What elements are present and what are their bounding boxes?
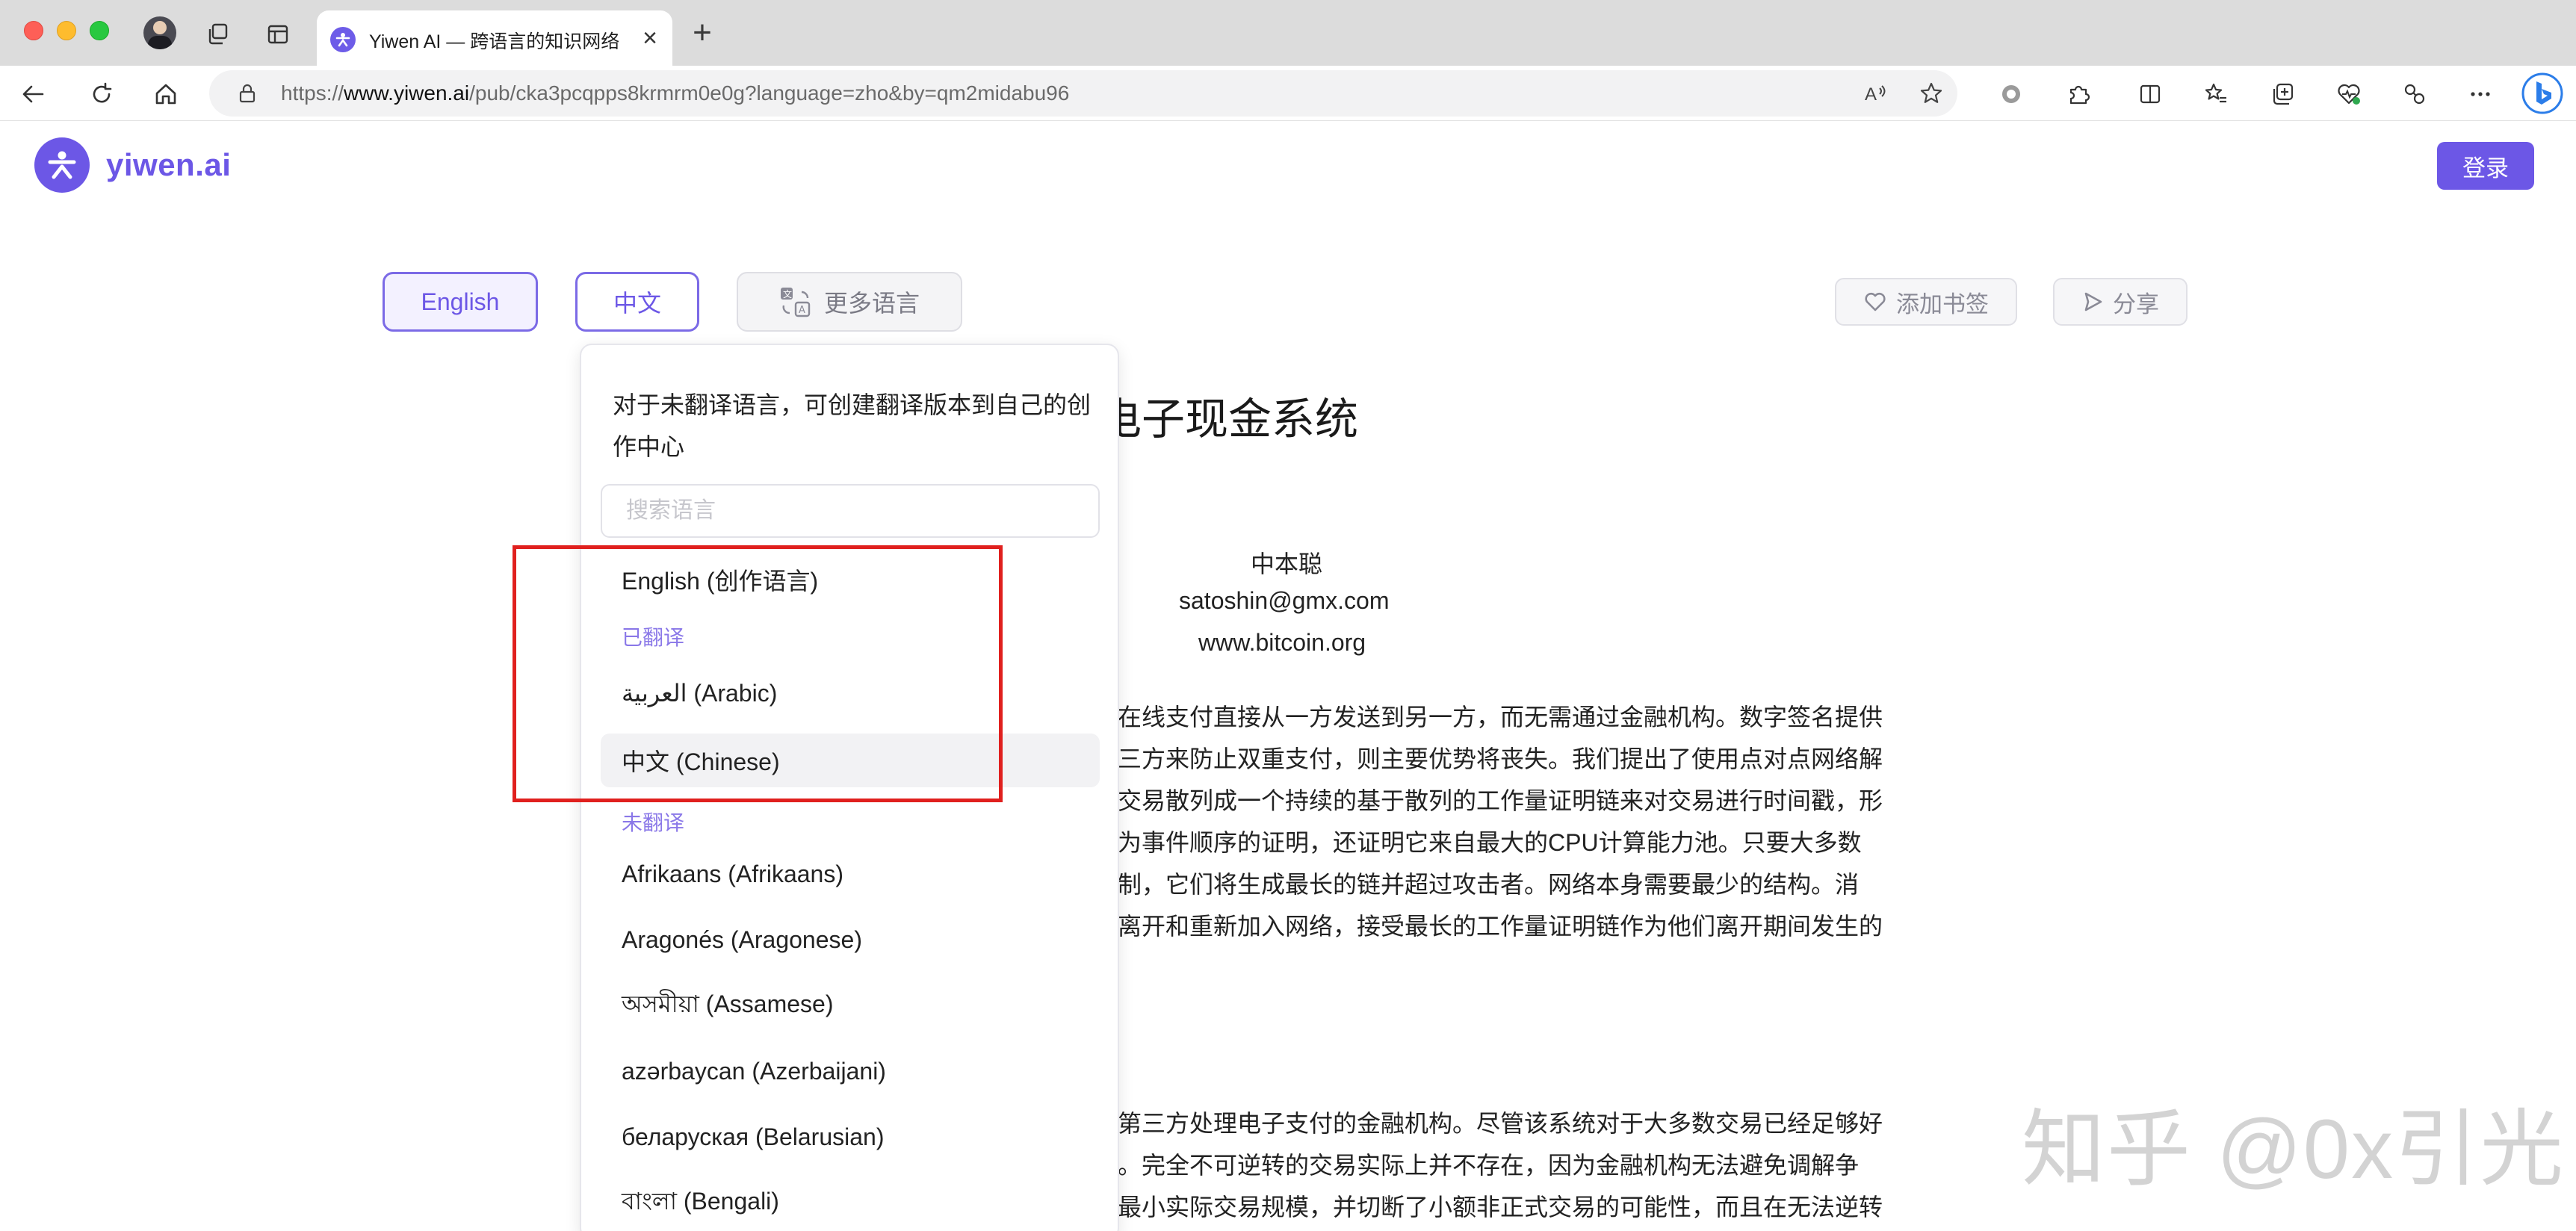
more-languages-button[interactable]: 文A 更多语言 <box>737 272 962 332</box>
language-option-afrikaans[interactable]: Afrikaans (Afrikaans) <box>601 847 1100 901</box>
url-domain: www.yiwen.ai <box>344 81 470 105</box>
paragraph-line: 制，它们将生成最长的链并超过攻击者。网络本身需要最少的结构。消 <box>1118 871 1860 898</box>
paragraph-line: 最小实际交易规模，并切断了小额非正式交易的可能性，而且在无法逆转 <box>1118 1194 1883 1221</box>
paragraph-line: 交易散列成一个持续的基于散列的工作量证明链来对交易进行时间戳，形 <box>1118 787 1883 814</box>
extension-record-icon[interactable] <box>1996 79 2026 109</box>
minimize-window-button[interactable] <box>57 21 76 40</box>
split-screen-icon[interactable] <box>2135 79 2165 109</box>
language-option-belarusian[interactable]: беларуская (Belarusian) <box>601 1110 1100 1164</box>
language-english-button[interactable]: English <box>383 272 538 332</box>
workspaces-icon[interactable] <box>203 19 233 49</box>
zhihu-watermark: 知乎 @0x引光 <box>2022 1103 2566 1196</box>
extensions-icon[interactable] <box>2063 79 2093 109</box>
language-option-assamese[interactable]: অসমীয়া (Assamese) <box>601 979 1100 1032</box>
language-option-bengali[interactable]: বাংলা (Bengali) <box>601 1176 1100 1230</box>
yiwen-favicon-icon <box>330 27 356 52</box>
tab-yiwen[interactable]: Yiwen AI — 跨语言的知识网络 × <box>317 10 672 66</box>
share-button[interactable]: 分享 <box>2053 278 2188 326</box>
language-option-azerbaijani[interactable]: azərbaycan (Azerbaijani) <box>601 1044 1100 1098</box>
share-label: 分享 <box>2113 291 2159 317</box>
tab-title: Yiwen AI — 跨语言的知识网络 <box>369 31 620 52</box>
brand-name: yiwen.ai <box>106 147 232 182</box>
back-icon[interactable] <box>18 79 48 109</box>
heart-icon <box>1865 292 1886 311</box>
language-search-input[interactable] <box>601 484 1100 538</box>
collections-icon[interactable] <box>2268 79 2298 109</box>
paragraph-line: 第三方处理电子支付的金融机构。尽管该系统对于大多数交易已经足够好 <box>1118 1110 1883 1137</box>
tab-actions-icon[interactable] <box>263 19 293 49</box>
paragraph-line: 离开和重新加入网络，接受最长的工作量证明链作为他们离开期间发生的 <box>1118 913 1883 940</box>
svg-text:文: 文 <box>783 288 792 300</box>
yiwen-logo[interactable]: yiwen.ai <box>34 137 231 193</box>
url-text[interactable]: https://www.yiwen.ai/pub/cka3pcqpps8krmr… <box>281 81 1069 105</box>
article-title: 电子现金系统 <box>1098 395 1359 444</box>
add-bookmark-label: 添加书签 <box>1896 291 1989 317</box>
abstract-paragraph: 在线支付直接从一方发送到另一方，而无需通过金融机构。数字签名提供 三方来防止双重… <box>1118 696 1902 947</box>
copilot-sidebar-icon[interactable] <box>2400 79 2430 109</box>
paragraph-line: 为事件顺序的证明，还证明它来自最大的CPU计算能力池。只要大多数 <box>1118 829 1862 856</box>
favorites-icon[interactable] <box>2201 79 2231 109</box>
language-option-aragonese[interactable]: Aragonés (Aragonese) <box>601 913 1100 967</box>
add-bookmark-button[interactable]: 添加书签 <box>1835 278 2017 326</box>
translate-icon: 文A <box>780 288 811 317</box>
url-scheme: https:// <box>281 81 344 105</box>
paragraph-line: 。完全不可逆转的交易实际上并不存在，因为金融机构无法避免调解争 <box>1118 1152 1860 1179</box>
browser-toolbar: https://www.yiwen.ai/pub/cka3pcqpps8krmr… <box>0 66 2576 121</box>
profile-avatar[interactable] <box>143 16 176 49</box>
language-chinese-button[interactable]: 中文 <box>575 272 699 332</box>
paragraph-line: 在线支付直接从一方发送到另一方，而无需通过金融机构。数字签名提供 <box>1118 704 1883 731</box>
annotation-highlight-box <box>513 545 1003 802</box>
dropdown-hint: 对于未翻译语言，可创建翻译版本到自己的创作中心 <box>613 391 1092 460</box>
new-tab-icon[interactable]: + <box>686 16 719 49</box>
refresh-icon[interactable] <box>87 79 117 109</box>
browser-essentials-icon[interactable] <box>2334 79 2364 109</box>
close-window-button[interactable] <box>24 21 43 40</box>
author-name: 中本聪 <box>1251 551 1323 577</box>
share-icon <box>2084 292 2102 311</box>
yiwen-logo-icon <box>34 137 90 193</box>
address-bar[interactable]: https://www.yiwen.ai/pub/cka3pcqpps8krmr… <box>209 70 1957 117</box>
close-tab-icon[interactable]: × <box>643 24 657 52</box>
favorite-star-icon[interactable] <box>1917 79 1945 108</box>
read-aloud-icon[interactable]: A <box>1862 79 1890 108</box>
author-email: satoshin@gmx.com <box>1179 587 1390 614</box>
more-options-icon[interactable] <box>2465 79 2495 109</box>
browser-tab-bar: Yiwen AI — 跨语言的知识网络 × + <box>0 0 2576 66</box>
zoom-window-button[interactable] <box>90 21 109 40</box>
svg-text:A: A <box>1865 84 1877 105</box>
url-path: /pub/cka3pcqpps8krmrm0e0g?language=zho&b… <box>469 81 1070 105</box>
author-website: www.bitcoin.org <box>1198 629 1366 656</box>
untranslated-group-label: 未翻译 <box>622 811 685 834</box>
intro-paragraph: 第三方处理电子支付的金融机构。尽管该系统对于大多数交易已经足够好 。完全不可逆转… <box>1118 1103 1902 1228</box>
svg-text:A: A <box>799 305 805 316</box>
bing-chat-icon[interactable] <box>2521 72 2564 115</box>
login-button[interactable]: 登录 <box>2437 142 2534 190</box>
lock-icon[interactable] <box>236 82 258 105</box>
paragraph-line: 三方来防止双重支付，则主要优势将丧失。我们提出了使用点对点网络解 <box>1118 745 1883 772</box>
more-languages-label: 更多语言 <box>823 290 920 317</box>
home-icon[interactable] <box>151 79 181 109</box>
